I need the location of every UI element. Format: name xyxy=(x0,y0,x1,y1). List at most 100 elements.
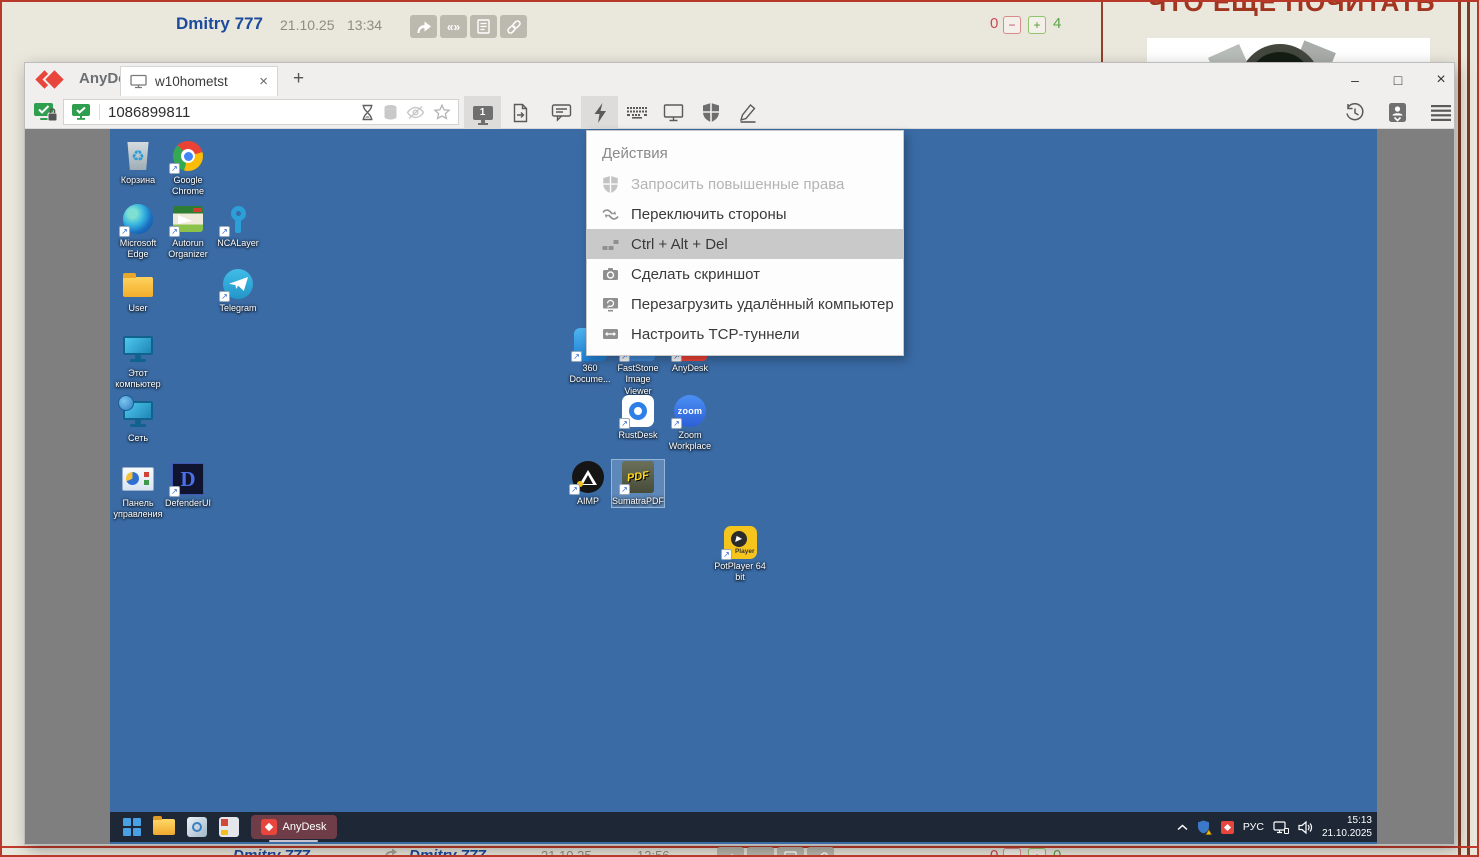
bottom-reply-button[interactable] xyxy=(717,847,744,855)
address-book-button[interactable] xyxy=(1379,96,1416,129)
file-transfer-button[interactable] xyxy=(502,96,539,129)
quote-icon: «» xyxy=(447,20,460,34)
bottom-post-author[interactable]: Dmitry 777 xyxy=(233,847,310,855)
chat-button[interactable] xyxy=(543,96,580,129)
titlebar[interactable]: AnyDesk w10hometst × + – □ × xyxy=(25,63,1454,96)
whiteboard-button[interactable] xyxy=(729,96,766,129)
desktop-icon-google-chrome[interactable]: ↗ Google Chrome xyxy=(162,139,214,198)
monitor-select-button[interactable]: 1 xyxy=(464,96,501,129)
network-tray-icon[interactable] xyxy=(1273,821,1289,834)
window-close-button[interactable]: × xyxy=(1418,63,1464,96)
permissions-button[interactable] xyxy=(692,96,729,129)
desktop-icon-network[interactable]: Сеть xyxy=(112,397,164,444)
permissions-shield-icon xyxy=(702,102,720,123)
reply-to-icon xyxy=(384,848,398,855)
connection-status-icon xyxy=(33,100,58,125)
page-right-border-outer xyxy=(1467,2,1470,855)
display-settings-button[interactable] xyxy=(655,96,692,129)
bottom-post-reply-author[interactable]: Dmitry 777 xyxy=(409,847,486,855)
bottom-downvote-button[interactable]: − xyxy=(1003,848,1021,855)
downvote-button[interactable]: − xyxy=(1003,16,1021,34)
reply-button[interactable] xyxy=(410,15,437,38)
desktop-icon-aimp[interactable]: ↗ AIMP xyxy=(562,460,614,507)
favorite-star-icon[interactable] xyxy=(433,104,451,121)
desktop-icon-autorun-organizer[interactable]: ↗ Autorun Organizer xyxy=(162,202,214,261)
taskbar-app-icon[interactable] xyxy=(187,817,207,837)
session-duration-icon xyxy=(360,104,375,121)
menu-item-tcp-tunnels[interactable]: Настроить TCP-туннели xyxy=(587,319,903,349)
desktop-icon-zoom-workplace[interactable]: zoom↗ Zoom Workplace xyxy=(664,394,716,453)
taskbar-anydesk-button[interactable]: AnyDesk xyxy=(251,815,337,839)
shortcut-arrow-icon: ↗ xyxy=(169,163,180,174)
desktop-icon-rustdesk[interactable]: ↗ RustDesk xyxy=(612,394,664,441)
taskbar-app-icon-2[interactable] xyxy=(219,817,239,837)
anydesk-tray-icon[interactable] xyxy=(1221,821,1234,834)
upvote-button[interactable]: + xyxy=(1028,16,1046,34)
link-button[interactable] xyxy=(500,15,527,38)
post-date: 21.10.25 xyxy=(280,17,335,33)
remote-monitor-icon xyxy=(71,103,91,121)
file-explorer-button[interactable] xyxy=(153,819,175,835)
desktop-icon-defenderui[interactable]: D↗ DefenderUI xyxy=(162,462,214,509)
desktop-icon-ncalayer[interactable]: ↗ NCALayer xyxy=(212,202,264,249)
keyboard-settings-button[interactable] xyxy=(618,96,655,129)
bottom-upvote-count: 0 xyxy=(1053,847,1061,855)
bottom-link-button[interactable] xyxy=(807,847,834,855)
tray-clock[interactable]: 15:13 21.10.2025 xyxy=(1322,814,1372,840)
menu-header: Действия xyxy=(587,139,903,169)
this-pc-icon xyxy=(122,334,154,364)
post-time: 13:34 xyxy=(347,17,382,33)
language-indicator[interactable]: РУС xyxy=(1243,821,1264,833)
desktop-icon-user-folder[interactable]: User xyxy=(112,267,164,314)
history-icon xyxy=(1344,103,1366,123)
start-button[interactable] xyxy=(123,818,141,836)
desktop-icon-control-panel[interactable]: Панель управления xyxy=(112,462,164,521)
desktop-icon-this-pc[interactable]: Этот компьютер xyxy=(112,332,164,391)
window-minimize-button[interactable]: – xyxy=(1332,63,1378,96)
tab-close-icon[interactable]: × xyxy=(259,74,268,89)
actions-lightning-icon xyxy=(592,102,608,124)
main-menu-button[interactable] xyxy=(1422,96,1459,129)
chat-icon xyxy=(551,103,572,122)
bottom-quote-button[interactable]: «» xyxy=(747,847,774,855)
desktop-icon-sumatrapdf[interactable]: PDF↗ SumatraPDF xyxy=(612,460,664,507)
security-shield-icon[interactable] xyxy=(1197,820,1212,835)
tcp-tunnel-icon xyxy=(602,327,619,341)
actions-button[interactable] xyxy=(581,96,618,129)
desktop-icon-recycle-bin[interactable]: ♻ Корзина xyxy=(112,139,164,186)
separator xyxy=(99,104,100,120)
downvote-count: 0 xyxy=(990,15,998,32)
menu-item-take-screenshot[interactable]: Сделать скриншот xyxy=(587,259,903,289)
quote-button[interactable]: «» xyxy=(440,15,467,38)
desktop-icon-microsoft-edge[interactable]: ↗ Microsoft Edge xyxy=(112,202,164,261)
window-maximize-button[interactable]: □ xyxy=(1375,63,1421,96)
bottom-note-button[interactable] xyxy=(777,847,804,855)
session-tab[interactable]: w10hometst × xyxy=(120,66,278,96)
folder-icon xyxy=(123,277,153,297)
menu-item-restart-remote[interactable]: Перезагрузить удалённый компьютер xyxy=(587,289,903,319)
note-icon xyxy=(477,19,490,34)
post-author[interactable]: Dmitry 777 xyxy=(176,14,263,34)
volume-icon[interactable] xyxy=(1298,821,1313,834)
address-field-icons xyxy=(360,104,451,121)
remote-taskbar[interactable]: AnyDesk РУС 15:13 21.10.2025 xyxy=(110,812,1377,842)
menu-item-ctrl-alt-del[interactable]: Ctrl + Alt + Del xyxy=(587,229,903,259)
address-field[interactable]: 1086899811 xyxy=(63,99,459,125)
menu-item-switch-sides[interactable]: Переключить стороны xyxy=(587,199,903,229)
remote-address[interactable]: 1086899811 xyxy=(108,104,352,121)
new-tab-button[interactable]: + xyxy=(293,68,304,90)
desktop-icon-telegram[interactable]: ↗ Telegram xyxy=(212,267,264,314)
tray-chevron-up-icon[interactable] xyxy=(1177,824,1188,831)
note-button[interactable] xyxy=(470,15,497,38)
network-icon xyxy=(122,399,154,429)
menu-item-request-elevation: Запросить повышенные права xyxy=(587,169,903,199)
tray-date: 21.10.2025 xyxy=(1322,827,1372,840)
screenshot-camera-icon xyxy=(602,267,619,281)
session-tab-title: w10hometst xyxy=(155,74,251,89)
session-history-button[interactable] xyxy=(1336,96,1373,129)
desktop-icon-potplayer[interactable]: ▶Player↗ PotPlayer 64 bit xyxy=(714,525,766,584)
bottom-upvote-button[interactable]: + xyxy=(1028,848,1046,855)
article-thumbnail-watch[interactable] xyxy=(1147,38,1430,64)
bottom-post-strip: Dmitry 777 Dmitry 777 21.10.25 13:56 «» … xyxy=(0,847,1479,855)
address-book-icon xyxy=(1388,102,1407,123)
